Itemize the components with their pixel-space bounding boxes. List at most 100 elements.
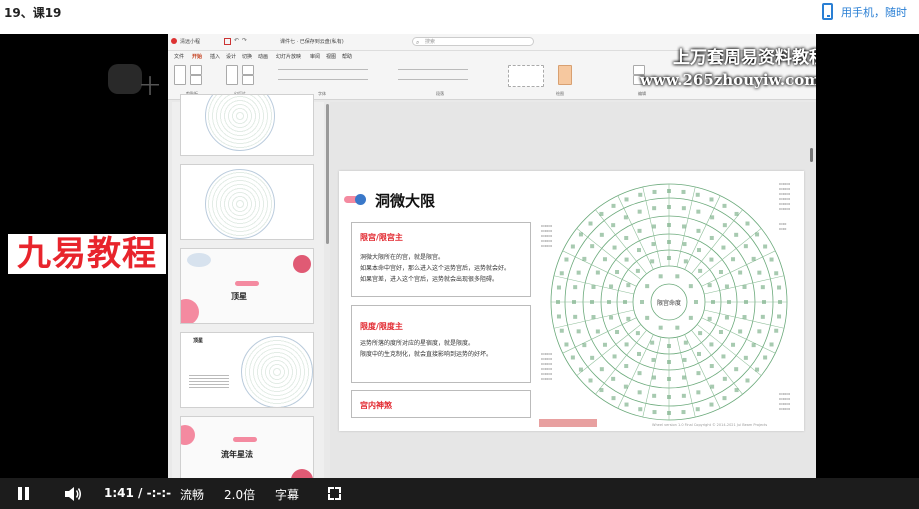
- decor-shape: [181, 299, 199, 323]
- layout-button[interactable]: [242, 65, 254, 75]
- wheel-spoke: [696, 228, 762, 280]
- wheel-glyph: [612, 245, 617, 250]
- wheel-spoke: [696, 324, 762, 376]
- volume-icon[interactable]: [64, 486, 82, 502]
- wheel-glyph: [637, 209, 642, 214]
- wheel-glyph: [590, 244, 595, 249]
- save-icon[interactable]: [224, 38, 231, 45]
- info-box-limit-palace: 限宫/限宫主 洞微大限所在的宫，就是限宫。 如果本命中宫好，那么进入这个运势宫后…: [351, 222, 531, 297]
- wheel-glyph: [624, 342, 629, 347]
- wheel-chart-preview: [205, 169, 275, 239]
- slide-thumbnail[interactable]: 7 流年星法: [180, 416, 314, 478]
- wheel-glyph: [576, 270, 581, 275]
- wheel-glyph: [651, 375, 656, 380]
- wheel-spoke: [595, 329, 647, 395]
- wheel-glyph: [667, 189, 671, 193]
- decor-shape: [293, 255, 311, 273]
- redo-icon[interactable]: ↷: [242, 37, 247, 44]
- align-row[interactable]: [398, 79, 468, 80]
- pause-icon[interactable]: [18, 487, 30, 500]
- tab-insert[interactable]: 插入: [210, 53, 220, 60]
- wheel-spoke: [595, 209, 647, 275]
- info-box-line: 如果本命中宫好，那么进入这个运势宫后，运势就会好。: [360, 265, 511, 272]
- wheel-glyph: [623, 300, 627, 304]
- wheel-glyph: [570, 355, 575, 360]
- wheel-glyph: [576, 329, 581, 334]
- wheel-glyph: [709, 364, 714, 369]
- decor-shape: [187, 253, 211, 267]
- thumbnail-scrollbar[interactable]: [326, 104, 329, 244]
- wheel-glyph: [695, 407, 700, 412]
- tab-slideshow[interactable]: 幻灯片放映: [276, 53, 301, 60]
- wheel-glyph: [742, 315, 747, 320]
- paragraph-row[interactable]: [398, 69, 468, 70]
- tab-help[interactable]: 帮助: [342, 53, 352, 60]
- subtitle-button[interactable]: 字幕: [275, 486, 299, 503]
- copy-button[interactable]: [190, 75, 202, 85]
- chart-center-label: 限宫命度: [657, 299, 681, 307]
- arrange-button[interactable]: [558, 65, 572, 85]
- cut-button[interactable]: [190, 65, 202, 75]
- new-slide-button[interactable]: [226, 65, 238, 85]
- undo-icon[interactable]: ↶: [234, 37, 239, 44]
- wheel-glyph: [760, 285, 765, 290]
- paste-button[interactable]: [174, 65, 186, 85]
- wheel-glyph: [599, 211, 604, 216]
- wheel-glyph: [599, 388, 604, 393]
- wheel-glyph: [624, 235, 629, 240]
- page-header: 19、课19 用手机，随时: [0, 0, 919, 34]
- wheel-glyph: [696, 390, 701, 395]
- search-box[interactable]: ⌕ 搜索: [412, 37, 534, 46]
- shapes-gallery[interactable]: [508, 65, 544, 87]
- wheel-glyph: [588, 221, 593, 226]
- tab-design[interactable]: 设计: [226, 53, 236, 60]
- wheel-glyph: [734, 232, 739, 237]
- wheel-glyph: [757, 329, 762, 334]
- wheel-glyph: [582, 343, 587, 348]
- canvas-scrollbar[interactable]: [810, 148, 813, 162]
- decor-shape: [291, 469, 313, 478]
- quality-button[interactable]: 流畅: [180, 486, 204, 503]
- wheel-glyph: [651, 242, 656, 247]
- wheel-glyph: [667, 377, 671, 381]
- slide-title: 洞微大限: [375, 192, 436, 210]
- reset-button[interactable]: [242, 75, 254, 85]
- wheel-glyph: [609, 284, 614, 289]
- wheel-glyph: [738, 329, 743, 334]
- wheel-glyph: [624, 364, 629, 369]
- chart-copyright: Wheel version 1.0 Final Copyright © 2014…: [652, 423, 768, 427]
- wheel-glyph: [710, 384, 715, 389]
- wheel-glyph: [590, 355, 595, 360]
- wheel-glyph: [650, 259, 655, 264]
- wheel-glyph: [578, 232, 583, 237]
- wheel-glyph: [722, 376, 727, 381]
- mobile-view-link[interactable]: 用手机，随时: [822, 3, 907, 20]
- wheel-spoke: [562, 250, 637, 287]
- wheel-glyph: [681, 189, 686, 194]
- video-player[interactable]: 十 九易教程 清远小程 ↶ ↷ 课件七 · 已保存到云盘(私有) ⌕ 搜索 文件…: [0, 34, 919, 509]
- font-style-row[interactable]: [278, 79, 368, 80]
- speed-button[interactable]: 2.0倍: [224, 486, 255, 503]
- slide-thumbnail[interactable]: 5 顶星: [180, 248, 314, 324]
- slide-thumbnail[interactable]: 4: [180, 164, 314, 240]
- tab-file[interactable]: 文件: [174, 53, 184, 60]
- fullscreen-icon[interactable]: [328, 487, 341, 500]
- wheel-chart-preview: [205, 95, 275, 151]
- wheel-glyph: [682, 242, 687, 247]
- wheel-spoke: [691, 209, 743, 275]
- tab-home[interactable]: 开始: [192, 53, 202, 60]
- tab-animations[interactable]: 动画: [258, 53, 268, 60]
- wheel-glyph: [572, 300, 576, 304]
- site-watermark-title: 上万套周易资料教程: [673, 48, 816, 68]
- wheel-glyph: [556, 285, 561, 290]
- font-name-select[interactable]: [278, 69, 368, 70]
- tab-review[interactable]: 审阅: [310, 53, 320, 60]
- wheel-glyph: [697, 248, 701, 253]
- tab-transitions[interactable]: 切换: [242, 53, 252, 60]
- wheel-glyph: [718, 330, 723, 334]
- wheel-glyph: [718, 270, 723, 274]
- slide-thumbnail[interactable]: 3: [180, 94, 314, 156]
- wheel-glyph: [624, 257, 629, 262]
- tab-view[interactable]: 视图: [326, 53, 336, 60]
- slide-thumbnail[interactable]: 6 顶星: [180, 332, 314, 408]
